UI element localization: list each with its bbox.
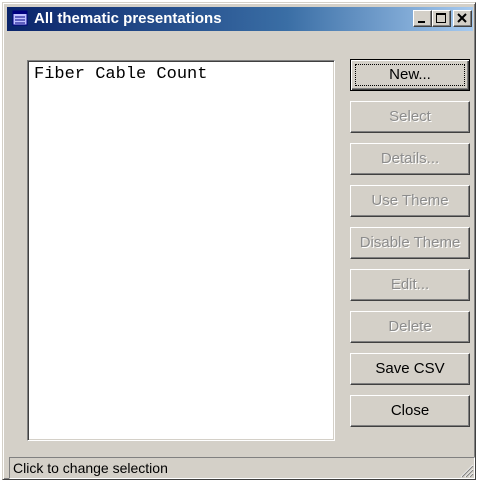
details-button[interactable]: Details... — [350, 143, 470, 175]
use-theme-button[interactable]: Use Theme — [350, 185, 470, 217]
app-window-icon — [12, 10, 28, 26]
window-title: All thematic presentations — [34, 10, 222, 27]
new-button[interactable]: New... — [350, 59, 470, 91]
thematic-presentations-window: All thematic presentations Fiber Cable C… — [2, 2, 476, 480]
delete-button[interactable]: Delete — [350, 311, 470, 343]
close-window-button[interactable] — [453, 10, 472, 27]
edit-button[interactable]: Edit... — [350, 269, 470, 301]
delete-button-label: Delete — [388, 318, 432, 335]
list-item[interactable]: Fiber Cable Count — [34, 65, 207, 84]
use-theme-button-label: Use Theme — [371, 192, 449, 209]
save-csv-button[interactable]: Save CSV — [350, 353, 470, 385]
close-button-label: Close — [390, 402, 430, 419]
maximize-icon — [436, 13, 446, 23]
new-button-label: New... — [389, 66, 431, 83]
close-button[interactable]: Close — [350, 395, 470, 427]
status-text: Click to change selection — [13, 460, 168, 476]
presentations-listbox[interactable]: Fiber Cable Count — [27, 60, 335, 441]
title-bar[interactable]: All thematic presentations — [7, 7, 473, 31]
maximize-button[interactable] — [432, 10, 451, 27]
details-button-label: Details... — [380, 150, 440, 167]
edit-button-label: Edit... — [390, 276, 430, 293]
disable-theme-button-label: Disable Theme — [359, 234, 461, 251]
select-button[interactable]: Select — [350, 101, 470, 133]
minimize-icon — [418, 21, 425, 23]
minimize-button[interactable] — [413, 10, 432, 27]
disable-theme-button[interactable]: Disable Theme — [350, 227, 470, 259]
status-bar: Click to change selection — [9, 457, 475, 479]
select-button-label: Select — [389, 108, 431, 125]
close-icon — [457, 13, 467, 23]
resize-grip-icon[interactable] — [458, 462, 474, 478]
save-csv-button-label: Save CSV — [375, 360, 445, 377]
